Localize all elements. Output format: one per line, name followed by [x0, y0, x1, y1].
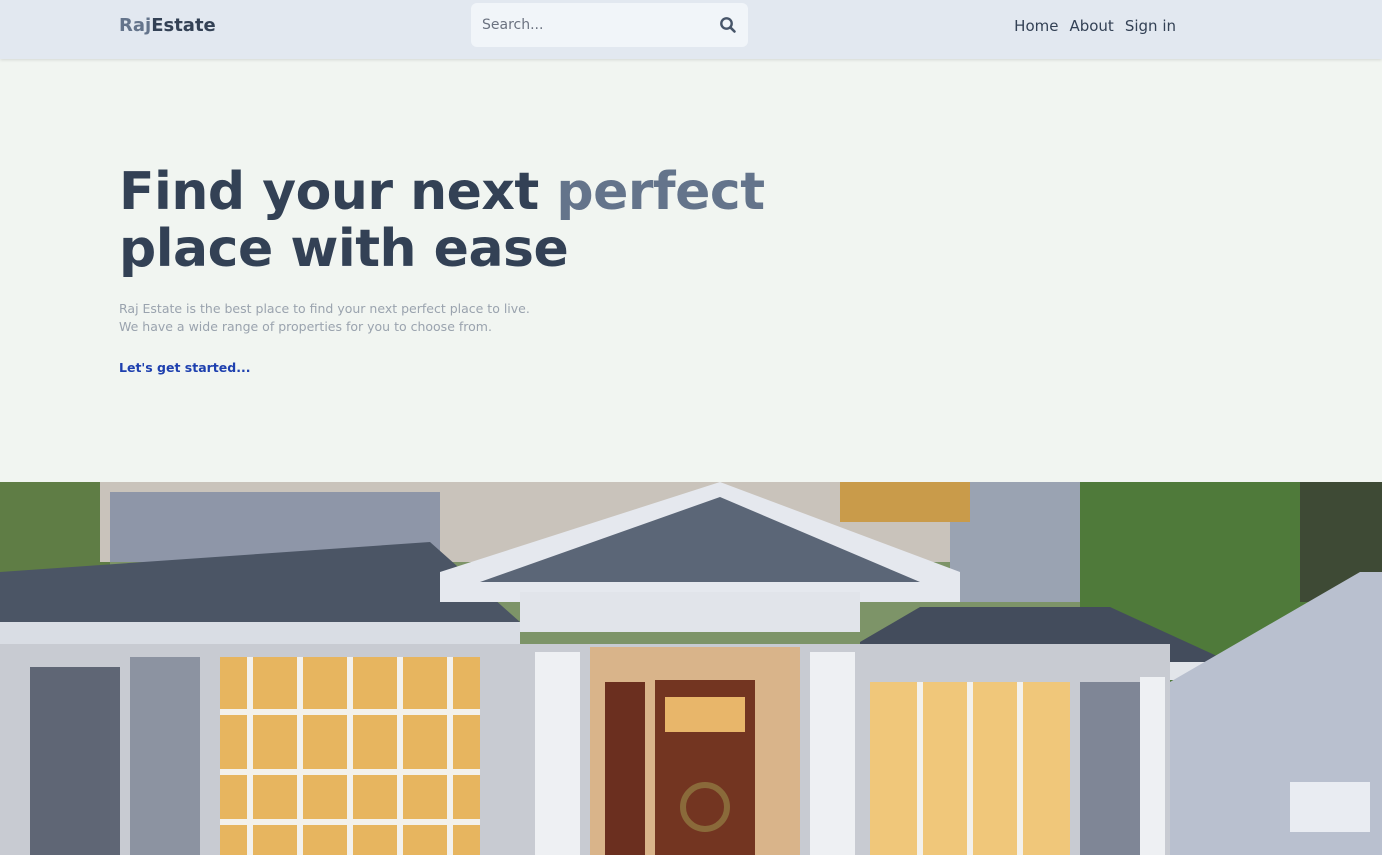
- search-input[interactable]: [471, 3, 711, 47]
- hero-title-part2: place with ease: [119, 219, 569, 279]
- hero-desc-line2: We have a wide range of properties for y…: [119, 319, 492, 334]
- hero-section: Find your next perfect place with ease R…: [119, 164, 819, 376]
- hero-description: Raj Estate is the best place to find you…: [119, 300, 819, 336]
- site-header: RajEstate Home About Sign in: [0, 0, 1382, 59]
- hero-title-highlight: perfect: [556, 162, 765, 222]
- search-icon[interactable]: [719, 16, 737, 34]
- hero-title: Find your next perfect place with ease: [119, 164, 819, 278]
- main-nav: Home About Sign in: [1014, 16, 1176, 36]
- brand-part-estate: Estate: [151, 15, 216, 36]
- house-illustration: [0, 482, 1382, 855]
- search-form: [471, 3, 748, 47]
- nav-signin-link[interactable]: Sign in: [1125, 16, 1176, 36]
- brand-part-raj: Raj: [119, 15, 152, 36]
- brand-logo[interactable]: RajEstate: [119, 14, 216, 38]
- nav-about-link[interactable]: About: [1069, 16, 1113, 36]
- hero-title-part1: Find your next: [119, 162, 557, 222]
- get-started-link[interactable]: Let's get started...: [119, 360, 250, 375]
- house-photo: [0, 482, 1382, 855]
- nav-home-link[interactable]: Home: [1014, 16, 1058, 36]
- hero-desc-line1: Raj Estate is the best place to find you…: [119, 301, 530, 316]
